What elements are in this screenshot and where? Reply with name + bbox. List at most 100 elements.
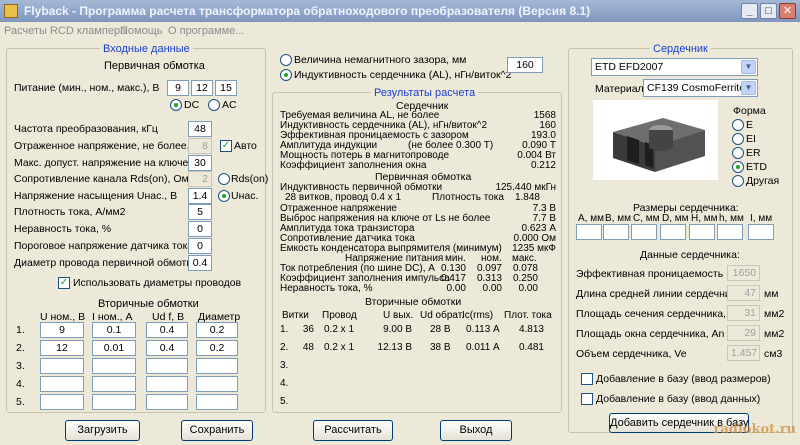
dim-input[interactable]: [717, 224, 743, 240]
supply-nom-input[interactable]: 12: [191, 80, 213, 96]
shape-label: EI: [746, 133, 756, 145]
freq-label: Частота преобразования, кГц: [14, 123, 158, 135]
add-dims-label: Добавление в базу (ввод размеров): [596, 373, 771, 385]
core-image: [593, 100, 718, 180]
close-icon[interactable]: ✕: [779, 3, 796, 19]
eff-perm-input[interactable]: 1650: [727, 265, 760, 281]
supply-max-input[interactable]: 15: [215, 80, 237, 96]
shape-radio[interactable]: [732, 175, 744, 187]
shape-radio[interactable]: [732, 147, 744, 159]
sec-diam-input[interactable]: [196, 358, 238, 374]
dim-input[interactable]: [689, 224, 715, 240]
exit-button[interactable]: Выход: [440, 420, 512, 441]
ve-input[interactable]: 1.457: [727, 345, 760, 361]
auto-checkbox[interactable]: ✓: [220, 140, 232, 152]
sec-ud-input[interactable]: [146, 394, 188, 410]
path-length-input[interactable]: 47: [727, 285, 760, 301]
primary-winding-title: Первичная обмотка: [104, 60, 205, 72]
sec-ud-input[interactable]: [146, 376, 188, 392]
sec-ud-input[interactable]: 0.4: [146, 322, 188, 338]
sec-diam-input[interactable]: [196, 376, 238, 392]
dim-header: h, мм: [719, 213, 744, 224]
current-density-label: Плотность тока, А/мм2: [14, 206, 126, 218]
res-sec-ic: 0.113 А: [466, 324, 500, 335]
res-sec-ud: 38 В: [430, 342, 451, 353]
sec-u-input[interactable]: [40, 394, 84, 410]
ae-unit: мм2: [764, 308, 785, 320]
res-sec-turns: 36: [302, 324, 314, 335]
sec-diam-input[interactable]: [196, 394, 238, 410]
sec-u-input[interactable]: 12: [40, 340, 84, 356]
supply-row-nom: 0.00: [482, 283, 502, 294]
chevron-down-icon[interactable]: ▼: [741, 60, 756, 74]
calculate-button[interactable]: Рассчитать: [313, 420, 393, 441]
dim-input[interactable]: [576, 224, 602, 240]
use-diameters-checkbox[interactable]: ✓: [58, 277, 70, 289]
shape-radio[interactable]: [732, 161, 744, 173]
result-core-value: 0.212: [530, 160, 556, 171]
minimize-icon[interactable]: _: [741, 3, 758, 19]
load-button[interactable]: Загрузить: [65, 420, 140, 441]
sec-i-input[interactable]: 0.1: [92, 322, 136, 338]
supply-row-max: 0.00: [518, 283, 538, 294]
dim-header: H, мм: [691, 213, 718, 224]
sec-i-input[interactable]: [92, 394, 136, 410]
add-dims-checkbox[interactable]: [581, 373, 593, 385]
sec-i-input[interactable]: [92, 376, 136, 392]
ac-radio[interactable]: [208, 99, 220, 111]
current-density-input[interactable]: 5: [188, 204, 212, 220]
reflected-voltage-label: Отраженное напряжение, не более, В: [14, 140, 200, 152]
uneven-input[interactable]: 0: [188, 221, 212, 237]
nonmagnetic-gap-radio[interactable]: [280, 54, 292, 66]
sec-diam-input[interactable]: 0.2: [196, 340, 238, 356]
dim-input[interactable]: [748, 224, 774, 240]
menu-item-help[interactable]: Помощь: [120, 25, 163, 37]
dim-input[interactable]: [631, 224, 657, 240]
sec-diam-input[interactable]: 0.2: [196, 322, 238, 338]
al-inductance-radio[interactable]: [280, 69, 292, 81]
menu-item-about[interactable]: О программе...: [168, 25, 244, 37]
rds-input[interactable]: 2: [188, 171, 212, 187]
res-sec-ic: 0.011 А: [466, 342, 500, 353]
sec-u-input[interactable]: [40, 358, 84, 374]
gap-value-input[interactable]: 160: [507, 57, 543, 73]
sec-u-input[interactable]: [40, 376, 84, 392]
wire-diameter-input[interactable]: 0.4: [188, 255, 212, 271]
supply-min-input[interactable]: 9: [167, 80, 189, 96]
material-select[interactable]: CF139 CosmoFerrites ▼: [643, 79, 758, 97]
ae-input[interactable]: 31: [727, 305, 760, 321]
save-button[interactable]: Сохранить: [181, 420, 253, 441]
max-voltage-input[interactable]: 30: [188, 155, 212, 171]
dim-input[interactable]: [603, 224, 629, 240]
freq-input[interactable]: 48: [188, 121, 212, 137]
reflected-voltage-input[interactable]: 8: [188, 138, 212, 154]
maximize-icon[interactable]: □: [760, 3, 777, 19]
shape-radio[interactable]: [732, 133, 744, 145]
result-primary-label: Емкость конденсатора выпрямителя (миниму…: [280, 243, 502, 254]
primary-density-label: Плотность тока: [432, 192, 504, 203]
an-label: Площадь окна сердечника, An: [576, 328, 725, 340]
core-type-select[interactable]: ETD EFD2007 ▼: [591, 58, 758, 76]
an-unit: мм2: [764, 328, 785, 340]
dc-radio[interactable]: [170, 99, 182, 111]
shape-radio[interactable]: [732, 119, 744, 131]
usat-radio[interactable]: [218, 190, 230, 202]
threshold-input[interactable]: 0: [188, 238, 212, 254]
an-input[interactable]: 29: [727, 325, 760, 341]
res-sec-turns: 48: [302, 342, 314, 353]
sec-i-input[interactable]: [92, 358, 136, 374]
usat-input[interactable]: 1.4: [188, 188, 212, 204]
res-sec-number: 3.: [280, 360, 289, 371]
sec-u-input[interactable]: 9: [40, 322, 84, 338]
sec-ud-input[interactable]: [146, 358, 188, 374]
add-data-checkbox[interactable]: [581, 393, 593, 405]
res-sec-density: 4.813: [518, 324, 544, 335]
menu-item-rcd[interactable]: Расчеты RCD клампера: [4, 25, 126, 37]
primary-density-value: 1.848: [514, 192, 540, 203]
dim-input[interactable]: [660, 224, 686, 240]
rds-radio[interactable]: [218, 173, 230, 185]
sec-ud-input[interactable]: 0.4: [146, 340, 188, 356]
etd-core-icon: [613, 118, 705, 172]
chevron-down-icon[interactable]: ▼: [741, 81, 756, 95]
sec-i-input[interactable]: 0.01: [92, 340, 136, 356]
